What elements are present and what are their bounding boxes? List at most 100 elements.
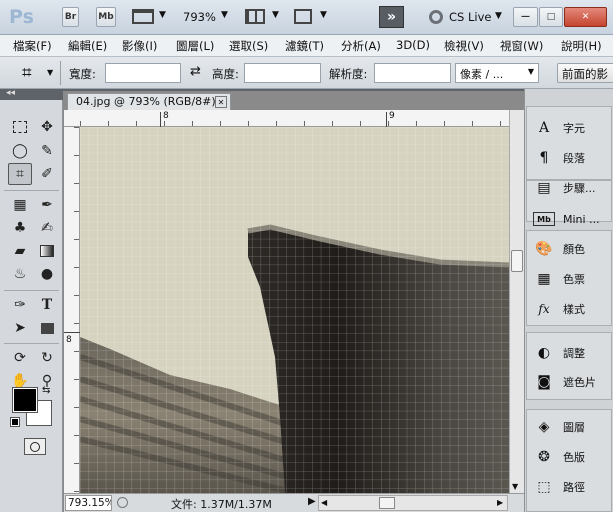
gradient-tool-icon[interactable] xyxy=(35,240,59,262)
panel-swatches[interactable]: ▦ 色票 xyxy=(527,267,612,291)
crop-tool-preset-icon[interactable]: ⌗ xyxy=(22,63,32,83)
bridge-button[interactable]: Br xyxy=(62,7,79,27)
panel-styles[interactable]: fx 樣式 xyxy=(527,297,612,321)
panel-adjustments[interactable]: ◐ 調整 xyxy=(527,341,612,365)
menu-view[interactable]: 檢視(V) xyxy=(444,38,484,54)
panel-masks[interactable]: ◙ 遮色片 xyxy=(527,370,612,394)
scroll-right-arrow-icon[interactable]: ▶ xyxy=(497,498,503,507)
ruler-label: 8 xyxy=(163,111,169,121)
path-selection-tool-icon[interactable]: ➤ xyxy=(8,317,32,339)
panel-dock: A 字元 ¶ 段落 ▤ 步驟... Mb Mini ... 🎨 顏色 ▦ 色票 fx 樣式 ◐… xyxy=(524,89,613,512)
divider xyxy=(60,61,61,85)
panel-label: 樣式 xyxy=(563,303,585,316)
menu-filter[interactable]: 濾鏡(T) xyxy=(285,38,324,54)
height-input[interactable] xyxy=(244,63,321,83)
scroll-thumb[interactable] xyxy=(379,497,395,509)
close-tab-icon[interactable]: ✕ xyxy=(215,96,227,108)
panel-label: 色版 xyxy=(563,451,585,464)
zoom-status-field[interactable]: 793.15% xyxy=(65,495,112,511)
scroll-thumb[interactable] xyxy=(511,250,523,272)
status-info-icon[interactable] xyxy=(117,497,128,508)
menu-select[interactable]: 選取(S) xyxy=(229,38,268,54)
panel-history[interactable]: ▤ 步驟... xyxy=(527,176,612,200)
menu-analysis[interactable]: 分析(A) xyxy=(341,38,381,54)
menu-help[interactable]: 說明(H) xyxy=(561,38,602,54)
menu-window[interactable]: 視窗(W) xyxy=(500,38,543,54)
scroll-left-arrow-icon[interactable]: ◀ xyxy=(321,498,327,507)
pen-tool-icon[interactable]: ✑ xyxy=(8,294,32,316)
dodge-tool-icon[interactable]: ● xyxy=(35,263,59,285)
workspace-switcher-button[interactable]: » xyxy=(379,6,404,28)
clone-stamp-tool-icon[interactable]: ♣ xyxy=(8,217,32,239)
3d-orbit-tool-icon[interactable]: ↻ xyxy=(35,347,59,369)
status-menu-arrow-icon[interactable]: ▶ xyxy=(308,496,316,507)
menu-layer[interactable]: 圖層(L) xyxy=(176,38,214,54)
panel-color[interactable]: 🎨 顏色 xyxy=(527,237,612,261)
healing-brush-tool-icon[interactable]: ▦ xyxy=(8,194,32,216)
height-label: 高度: xyxy=(212,67,239,81)
panel-channels[interactable]: ❂ 色版 xyxy=(527,445,612,469)
blur-tool-icon[interactable]: ♨ xyxy=(8,263,32,285)
unit-value: 像素 / ... xyxy=(460,68,504,81)
eraser-tool-icon[interactable]: ▰ xyxy=(8,240,32,262)
vertical-scrollbar[interactable]: ▼ xyxy=(509,110,524,493)
document-tab[interactable]: 04.jpg @ 793% (RGB/8#) ✕ xyxy=(67,93,231,110)
resolution-input[interactable] xyxy=(374,63,451,83)
menu-bar: 檔案(F) 編輯(E) 影像(I) 圖層(L) 選取(S) 濾鏡(T) 分析(A… xyxy=(0,35,613,57)
menu-file[interactable]: 檔案(F) xyxy=(13,38,52,54)
lasso-tool-icon[interactable]: ◯ xyxy=(8,140,32,162)
eyedropper-tool-icon[interactable]: ✐ xyxy=(35,163,59,185)
panel-paths[interactable]: ⬚ 路徑 xyxy=(527,475,612,499)
panel-paragraph[interactable]: ¶ 段落 xyxy=(527,146,612,170)
view-extras-button[interactable] xyxy=(132,9,154,24)
maximize-button[interactable]: □ xyxy=(539,7,563,27)
history-brush-tool-icon[interactable]: ✍ xyxy=(35,217,59,239)
mini-bridge-button[interactable]: Mb xyxy=(96,7,116,27)
swap-dimensions-icon[interactable]: ⇄ xyxy=(190,64,201,79)
foreground-color-swatch[interactable] xyxy=(12,387,38,413)
cs-live-icon xyxy=(429,10,443,24)
document-tab-title: 04.jpg @ 793% (RGB/8#) xyxy=(76,95,216,108)
panel-label: 步驟... xyxy=(563,182,596,195)
menu-image[interactable]: 影像(I) xyxy=(122,38,157,54)
collapse-left-icon[interactable]: ◂◂ xyxy=(6,88,15,98)
menu-edit[interactable]: 編輯(E) xyxy=(68,38,107,54)
swap-colors-icon[interactable]: ⇆ xyxy=(42,385,50,396)
paragraph-icon: ¶ xyxy=(539,150,549,166)
type-tool-icon[interactable]: T xyxy=(35,294,59,316)
rect-marquee-tool-icon[interactable] xyxy=(8,116,32,138)
crop-tool-icon[interactable]: ⌗ xyxy=(8,163,32,185)
quick-selection-tool-icon[interactable]: ✎ xyxy=(35,140,59,162)
panel-layers[interactable]: ◈ 圖層 xyxy=(527,415,612,439)
quick-mask-button[interactable] xyxy=(24,438,46,455)
horizontal-ruler[interactable]: 8 9 xyxy=(64,110,509,127)
arrange-documents-button[interactable] xyxy=(245,9,265,24)
cs-live-button[interactable]: CS Live xyxy=(449,10,491,24)
front-image-button[interactable]: 前面的影 xyxy=(557,63,613,83)
resolution-unit-select[interactable]: 像素 / ... ▼ xyxy=(455,63,539,83)
screen-mode-button[interactable] xyxy=(294,9,312,24)
move-tool-icon[interactable]: ✥ xyxy=(35,116,59,138)
minimize-button[interactable]: — xyxy=(513,7,538,27)
width-input[interactable] xyxy=(105,63,181,83)
close-button[interactable]: ✕ xyxy=(564,7,607,27)
color-palette-icon: 🎨 xyxy=(535,241,553,257)
menu-3d[interactable]: 3D(D) xyxy=(396,38,430,52)
vertical-ruler[interactable]: 8 xyxy=(64,127,80,493)
rectangle-tool-icon[interactable] xyxy=(35,317,59,339)
image-canvas[interactable] xyxy=(80,127,509,493)
pixel-image xyxy=(80,127,509,493)
brush-tool-icon[interactable]: ✒ xyxy=(35,194,59,216)
horizontal-scrollbar[interactable]: ◀ ▶ xyxy=(318,495,508,511)
default-colors-icon[interactable] xyxy=(10,417,20,427)
application-bar: Ps Br Mb ▼ 793% ▼ ▼ ▼ » CS Live ▼ — □ ✕ xyxy=(0,0,613,35)
panel-label: 字元 xyxy=(563,122,585,135)
3d-rotate-tool-icon[interactable]: ⟳ xyxy=(8,347,32,369)
panel-character[interactable]: A 字元 xyxy=(527,116,612,140)
panel-label: 段落 xyxy=(563,152,585,165)
panel-label: 調整 xyxy=(563,347,585,360)
scroll-down-arrow-icon[interactable]: ▼ xyxy=(512,482,518,491)
zoom-level-select[interactable]: 793% xyxy=(183,10,216,24)
ruler-major-tick xyxy=(160,112,161,127)
panel-mini-bridge[interactable]: Mb Mini ... xyxy=(527,207,612,231)
